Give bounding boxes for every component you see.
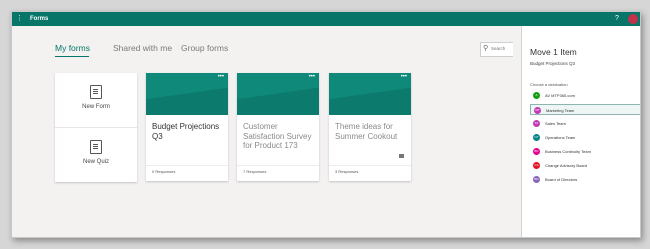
group-avatar: CA [533,162,540,169]
move-item-panel: Move 1 Item Budget Projections Q3 Choose… [521,26,640,237]
panel-title: Move 1 Item [530,47,577,57]
question-mark-icon[interactable]: ? [615,14,619,24]
divider [237,165,319,166]
new-form-icon [90,85,102,99]
search-box[interactable]: ⚲ [480,42,513,57]
divider [146,165,228,166]
destination-label-text: Sales Team [545,121,566,126]
form-card[interactable]: ••• Customer Satisfaction Survey for Pro… [237,73,319,181]
search-input[interactable] [491,43,513,54]
more-options-icon[interactable]: ••• [401,74,407,80]
group-avatar: A [533,92,540,99]
destination-item[interactable]: ST Sales Team [530,118,640,129]
group-avatar: ST [533,120,540,127]
card-title: Customer Satisfaction Survey for Product… [243,122,312,150]
new-form-label: New Form [82,104,110,110]
form-card[interactable]: ••• Budget Projections Q3 0 Responses [146,73,228,181]
tab-shared-with-me[interactable]: Shared with me [113,43,172,53]
card-banner [329,73,411,115]
forms-window: ⋮ Forms ? My forms Shared with me Group … [11,11,641,238]
new-quiz-label: New Quiz [82,159,109,165]
destination-item[interactable]: OT Operations Team [530,132,640,143]
destination-item[interactable]: BD Board of Directors [530,174,640,185]
top-bar: ⋮ Forms ? [12,12,640,26]
app-launcher-icon[interactable]: ⋮ [16,15,24,23]
group-avatar: BD [533,176,540,183]
destination-label: Choose a destination [530,82,568,87]
new-quiz-icon [90,140,102,154]
destination-label-text: Marketing Team [546,108,575,113]
group-avatar: BC [533,148,540,155]
destination-item[interactable]: CA Change Advisory Board [530,160,640,171]
destination-item[interactable]: A AV MTP365.com [530,90,640,101]
shared-status-icon [399,154,404,158]
card-responses: 0 Responses [152,169,176,174]
more-options-icon[interactable]: ••• [218,74,224,80]
destination-label-text: Business Continuity Team [545,149,591,154]
active-tab-indicator [55,56,89,57]
tab-my-forms[interactable]: My forms [55,43,90,53]
card-responses: 7 Responses [243,169,267,174]
form-card[interactable]: ••• Theme ideas for Summer Cookout 3 Res… [329,73,411,181]
destination-item[interactable]: MT Marketing Team [530,104,640,115]
destination-label-text: Operations Team [545,135,576,140]
app-title: Forms [30,16,49,22]
profile-avatar[interactable] [628,14,638,24]
more-options-icon[interactable]: ••• [309,74,315,80]
card-title: Theme ideas for Summer Cookout [335,122,398,141]
card-title: Budget Projections Q3 [152,122,220,141]
new-form-button[interactable]: New Form [55,73,137,127]
new-item-panel: New Form New Quiz [55,73,137,182]
card-banner [237,73,319,115]
divider [329,165,411,166]
group-avatar: MT [534,107,541,114]
search-icon: ⚲ [483,45,489,52]
tab-group-forms[interactable]: Group forms [181,43,228,53]
destination-label-text: Board of Directors [545,177,578,182]
group-avatar: OT [533,134,540,141]
moving-item-name: Budget Projections Q3 [530,61,576,66]
card-banner [146,73,228,115]
destination-label-text: Change Advisory Board [545,163,588,168]
destination-label-text: AV MTP365.com [545,93,575,98]
destination-item[interactable]: BC Business Continuity Team [530,146,640,157]
card-responses: 3 Responses [335,169,359,174]
new-quiz-button[interactable]: New Quiz [55,128,137,182]
